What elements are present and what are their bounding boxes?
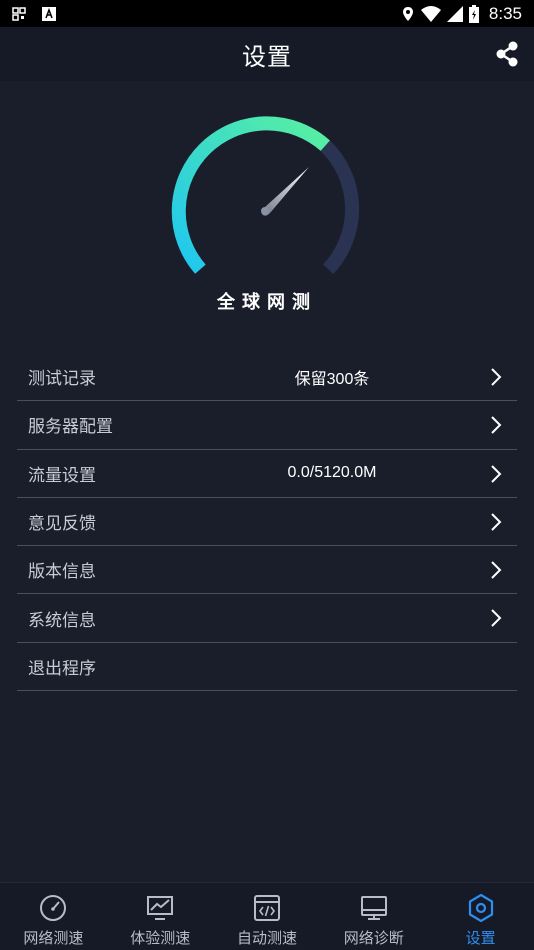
chevron-right-icon <box>491 561 502 579</box>
chevron-right-icon <box>491 416 502 435</box>
brand-name: 全球网测 <box>217 292 317 313</box>
gauge-arc <box>171 116 330 274</box>
code-window-icon <box>253 895 280 921</box>
menu-item-test-records[interactable]: 测试记录 保留300条 <box>17 353 517 402</box>
menu-item-label: 系统信息 <box>28 610 96 631</box>
page-title: 设置 <box>242 42 292 71</box>
menu-item-label: 退出程序 <box>28 658 96 679</box>
tab-label: 网络测速 <box>23 929 84 947</box>
menu-item-label: 测试记录 <box>28 369 96 390</box>
share-icon[interactable] <box>492 39 522 69</box>
battery-icon <box>468 4 479 23</box>
menu-item-label: 服务器配置 <box>28 417 113 438</box>
wifi-icon <box>420 5 441 22</box>
menu-item-version-info[interactable]: 版本信息 <box>17 546 517 595</box>
tab-label: 自动测速 <box>236 929 297 947</box>
tab-network-diagnosis[interactable]: 网络诊断 <box>320 883 427 950</box>
gauge-track <box>320 140 360 274</box>
speedometer-icon <box>40 895 67 921</box>
bottom-tab-bar: 网络测速 体验测速 自动测速 网络诊断 设置 <box>0 882 534 950</box>
menu-item-feedback[interactable]: 意见反馈 <box>17 498 517 547</box>
tab-settings[interactable]: 设置 <box>427 883 534 950</box>
signal-icon <box>446 5 463 22</box>
status-bar: 8:35 <box>0 0 534 27</box>
gauge-needle <box>261 167 309 216</box>
chevron-right-icon <box>491 609 502 628</box>
menu-item-exit[interactable]: 退出程序 <box>17 643 517 692</box>
tab-label: 体验测速 <box>130 929 191 947</box>
monitor-icon <box>360 896 387 920</box>
menu-item-label: 意见反馈 <box>28 514 96 535</box>
tab-experience-test[interactable]: 体验测速 <box>107 883 214 950</box>
menu-item-label: 版本信息 <box>28 562 96 583</box>
qr-icon <box>12 6 26 21</box>
a-icon <box>42 6 56 21</box>
menu-item-server-config[interactable]: 服务器配置 <box>17 401 517 450</box>
menu-item-traffic-settings[interactable]: 流量设置 0.0/5120.0M <box>17 450 517 498</box>
chevron-right-icon <box>491 368 502 386</box>
speed-gauge <box>166 112 366 287</box>
tab-label: 网络诊断 <box>343 929 404 947</box>
tab-auto-test[interactable]: 自动测速 <box>214 883 321 950</box>
tab-speed-test[interactable]: 网络测速 <box>0 883 107 950</box>
app-bar: 设置 <box>0 27 534 81</box>
chevron-right-icon <box>491 464 502 483</box>
tab-label: 设置 <box>465 929 496 947</box>
chevron-right-icon <box>491 513 502 531</box>
settings-menu: 测试记录 保留300条 服务器配置 流量设置 0.0/5120.0M 意见反馈 … <box>17 353 517 692</box>
menu-item-system-info[interactable]: 系统信息 <box>17 594 517 643</box>
menu-item-label: 流量设置 <box>28 465 96 486</box>
status-time: 8:35 <box>488 3 522 23</box>
settings-hexagon-icon <box>468 893 493 923</box>
location-icon <box>402 6 413 21</box>
chart-monitor-icon <box>147 896 174 920</box>
